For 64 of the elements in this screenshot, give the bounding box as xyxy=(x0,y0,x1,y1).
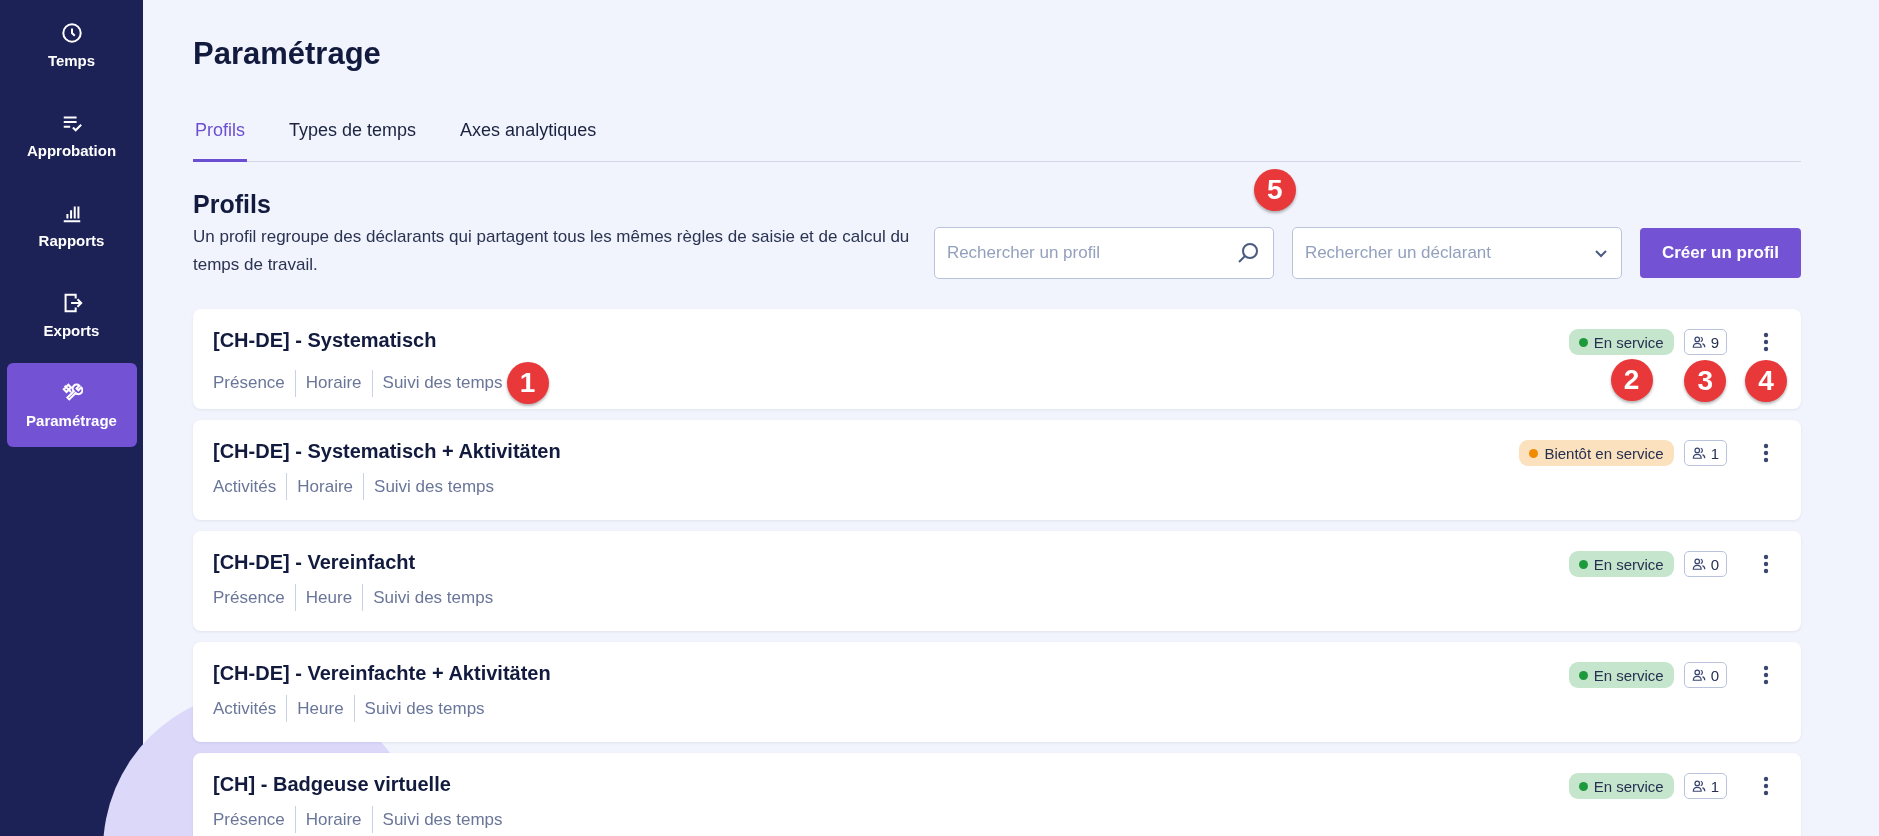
profile-tag: Activités xyxy=(213,698,277,719)
profile-tag: Suivi des temps xyxy=(382,373,503,393)
more-icon xyxy=(1763,665,1769,685)
profile-tag: Heure xyxy=(297,698,344,719)
section-title: Profils xyxy=(193,190,272,219)
callout-number: 3 xyxy=(1684,360,1727,402)
profile-tag: Présence xyxy=(213,373,285,393)
profile-tag: Suivi des temps xyxy=(374,476,495,497)
profile-name: [CH-DE] - Systematisch + Aktivitäten xyxy=(213,440,561,463)
more-icon xyxy=(1763,443,1769,463)
member-count: 0 xyxy=(1683,551,1727,577)
profile-tag: Suivi des temps xyxy=(364,698,485,719)
profile-tag: Horaire xyxy=(297,476,354,497)
people-icon xyxy=(1691,557,1706,571)
member-count: 1 xyxy=(1683,773,1727,799)
create-profile-button[interactable]: Créer un profil xyxy=(1639,228,1801,278)
more-icon xyxy=(1763,332,1769,352)
people-icon xyxy=(1691,446,1706,460)
profile-name: [CH-DE] - Vereinfacht xyxy=(213,551,417,574)
status-badge: En service xyxy=(1568,662,1674,688)
member-count: 1 xyxy=(1683,440,1727,466)
people-icon xyxy=(1691,779,1706,793)
profile-tag: Suivi des temps xyxy=(373,587,494,608)
status-badge: En service xyxy=(1568,551,1674,577)
people-icon xyxy=(1691,668,1706,682)
declarant-dropdown[interactable]: Rechercher un déclarant xyxy=(1291,227,1622,279)
profile-card[interactable]: [CH-DE] - Systematisch Présence Horaire Suivi des temps 1 En service 2 9 3 4 xyxy=(193,309,1801,409)
search-field[interactable]: Rechercher un profil xyxy=(933,227,1274,279)
profile-tag: Présence xyxy=(213,587,285,608)
clock-icon xyxy=(60,21,83,44)
sidebar-item[interactable]: Rapports xyxy=(6,183,137,267)
status-badge: Bientôt en service xyxy=(1519,440,1674,466)
profile-tag: Suivi des temps xyxy=(382,809,503,830)
profile-tag: Horaire xyxy=(305,373,362,393)
tab[interactable]: Types de temps xyxy=(287,120,419,162)
profile-card[interactable]: [CH-DE] - Vereinfachte + Aktivitäten Activités Heure Suivi des temps En service 0 xyxy=(193,642,1801,742)
section-description: Un profil regroupe des déclarants qui partagent tous les mêmes règles de saisie et de calcul du temps de travail. xyxy=(193,226,911,276)
tab[interactable]: Profils xyxy=(193,120,247,162)
profile-card[interactable]: [CH-DE] - Systematisch + Aktivitäten Activités Horaire Suivi des temps Bientôt en service 1 xyxy=(193,420,1801,520)
people-icon xyxy=(1691,335,1706,349)
profile-tag: Heure xyxy=(305,587,353,608)
page-title: Paramétrage xyxy=(193,36,382,72)
callout-number: 4 xyxy=(1745,360,1787,402)
profile-card[interactable]: [CH] - Badgeuse virtuelle Présence Horaire Suivi des temps En service 1 xyxy=(193,753,1801,836)
sidebar-item[interactable]: Paramétrage xyxy=(6,363,137,447)
profile-name: [CH] - Badgeuse virtuelle xyxy=(213,773,452,796)
callout-number: 2 xyxy=(1610,359,1653,401)
tab[interactable]: Axes analytiques xyxy=(458,120,599,162)
profile-tag: Présence xyxy=(213,809,285,830)
more-icon xyxy=(1763,554,1769,574)
tools-icon xyxy=(60,381,83,404)
sidebar-item[interactable]: Approbation xyxy=(6,93,137,177)
profile-card[interactable]: [CH-DE] - Vereinfacht Présence Heure Suivi des temps En service 0 xyxy=(193,531,1801,631)
more-icon xyxy=(1763,776,1769,796)
callout-number: 1 xyxy=(506,362,549,404)
profile-tag: Activités xyxy=(213,476,277,497)
profile-name: [CH-DE] - Vereinfachte + Aktivitäten xyxy=(213,662,551,685)
sidebar-item[interactable]: Exports xyxy=(6,273,137,357)
sidebar-item[interactable]: Temps xyxy=(6,3,137,87)
status-badge: En service xyxy=(1568,773,1674,799)
profile-name: [CH-DE] - Systematisch xyxy=(213,329,438,352)
profile-tag: Horaire xyxy=(305,809,362,830)
callout-number: 5 xyxy=(1253,169,1296,211)
member-count: 0 xyxy=(1683,662,1727,688)
